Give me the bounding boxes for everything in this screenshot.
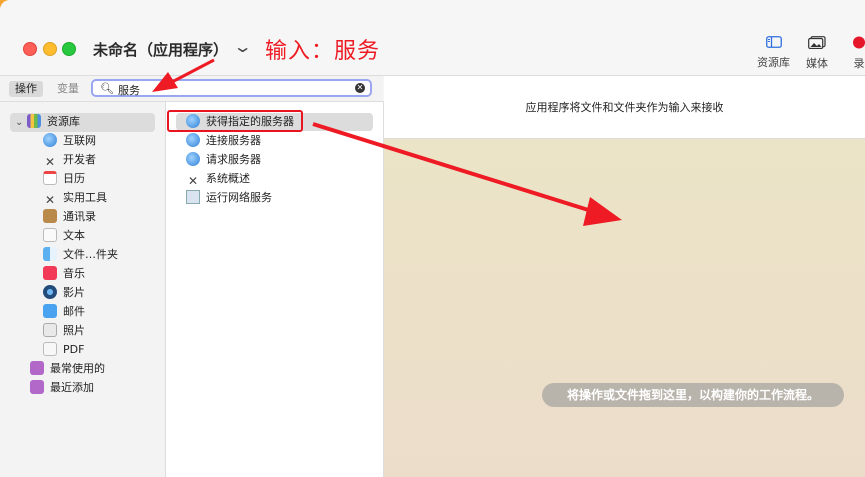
arrow-to-workflow	[312, 122, 622, 226]
automator-window: 未命名（应用程序） ⌄ 输入：服务 资源库 媒体 录 操作 变量 🔍︎ 服务 ✕	[0, 0, 865, 477]
annotation-arrows	[152, 58, 622, 226]
arrow-to-search	[152, 58, 215, 92]
